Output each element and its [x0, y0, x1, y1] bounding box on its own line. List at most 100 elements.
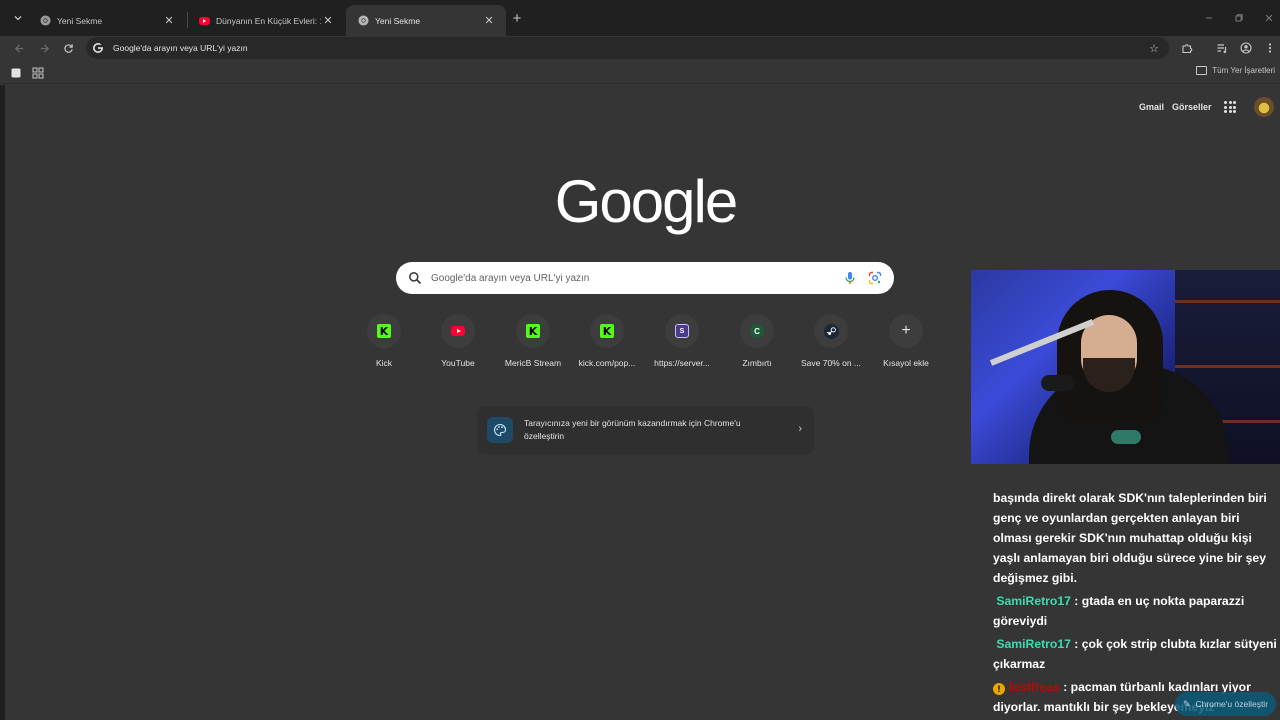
bookmarks-bar: Tüm Yer İşaretleri — [0, 62, 1280, 84]
chat-text: başında direkt olarak SDK'nın taleplerin… — [993, 491, 1267, 585]
playlist-icon — [1217, 44, 1227, 54]
shirt-logo — [1111, 430, 1141, 444]
shortcut-zimbirti[interactable]: C Zımbırtı — [720, 314, 794, 374]
back-button[interactable] — [11, 40, 27, 56]
all-bookmarks-label: Tüm Yer İşaretleri — [1212, 66, 1275, 75]
restore-button[interactable] — [1231, 10, 1247, 26]
shortcut-label: Kick — [375, 358, 393, 368]
youtube-icon — [451, 326, 465, 336]
shortcut-kick[interactable]: K Kick — [347, 314, 421, 374]
images-link[interactable]: Görseller — [1172, 102, 1212, 112]
all-bookmarks-button[interactable]: Tüm Yer İşaretleri — [1196, 66, 1275, 75]
kick-icon: K — [526, 324, 540, 338]
minimize-button[interactable] — [1201, 10, 1217, 26]
address-bar[interactable]: Google'da arayın veya URL'yi yazın ☆ — [86, 37, 1169, 59]
bookmark-page-icon[interactable] — [10, 67, 22, 79]
search-input[interactable]: Google'da arayın veya URL'yi yazın — [431, 273, 844, 284]
minimize-icon — [1206, 17, 1212, 19]
shortcut-kick-pop[interactable]: K kick.com/pop... — [570, 314, 644, 374]
chat-message: başında direkt olarak SDK'nın taleplerin… — [993, 488, 1277, 588]
shortcut-label: YouTube — [441, 358, 475, 368]
chevron-down-icon — [14, 16, 22, 21]
apps-icon[interactable] — [32, 67, 44, 79]
shortcut-icon-bg: C — [740, 314, 774, 348]
stream-chat: başında direkt olarak SDK'nın taleplerin… — [993, 488, 1277, 720]
badge-icon: ! — [993, 683, 1005, 695]
steam-icon — [823, 323, 839, 339]
steam-logo — [826, 326, 836, 335]
customize-chrome-button[interactable]: ✎ Chrome'u özelleştir — [1175, 692, 1276, 716]
tab-new-tab-1[interactable]: Yeni Sekme ✕ — [28, 5, 186, 36]
account-icon — [1240, 42, 1252, 54]
browser-window: Yeni Sekme ✕ Dünyanın En Küçük Evleri: 1… — [0, 0, 1280, 720]
media-controls-button[interactable] — [1214, 40, 1230, 56]
avatar[interactable] — [1254, 97, 1274, 117]
chat-separator: : — [1070, 637, 1082, 651]
c-icon: C — [750, 324, 764, 338]
youtube-icon — [199, 16, 210, 25]
arrow-left-icon — [14, 43, 23, 53]
pencil-icon: ✎ — [1183, 698, 1191, 709]
shortcut-icon-bg: K — [516, 314, 550, 348]
palette-icon — [487, 417, 513, 443]
chat-separator: : — [1070, 594, 1082, 608]
search-box[interactable]: Google'da arayın veya URL'yi yazın — [396, 262, 894, 294]
arrow-right-icon — [40, 43, 49, 53]
chat-username: SamiRetro17 — [996, 594, 1071, 608]
close-icon[interactable]: ✕ — [162, 14, 176, 28]
tab-search-button[interactable] — [8, 8, 28, 28]
shortcut-add[interactable]: + Kısayol ekle — [869, 314, 943, 374]
toolbar: Google'da arayın veya URL'yi yazın ☆ — [0, 36, 1280, 60]
tab-title: Yeni Sekme — [375, 15, 421, 26]
chat-username: lostfreas — [1009, 680, 1060, 694]
shortcut-icon-bg: S — [665, 314, 699, 348]
google-lens-icon[interactable] — [868, 271, 882, 285]
chrome-icon — [40, 15, 51, 26]
restore-icon — [1235, 14, 1243, 22]
puzzle-icon — [1182, 44, 1193, 54]
shortcut-steam[interactable]: Save 70% on ... — [794, 314, 868, 374]
tab-title: Dünyanın En Küçük Evleri: 1,5 m — [216, 15, 321, 26]
close-icon — [1265, 14, 1273, 22]
chevron-right-icon: › — [798, 423, 802, 435]
forward-button[interactable] — [36, 40, 52, 56]
kick-icon: K — [377, 324, 391, 338]
shortcut-label: MericB Stream — [504, 358, 562, 368]
shortcut-label: https://server... — [654, 358, 710, 368]
profile-button[interactable] — [1238, 40, 1254, 56]
google-apps-icon[interactable] — [1224, 101, 1236, 113]
chat-message: SamiRetro17 : gtada en uç nokta paparazz… — [993, 591, 1277, 631]
shortcut-label: Zımbırtı — [742, 358, 772, 368]
microphone — [1041, 375, 1075, 391]
menu-button[interactable] — [1262, 40, 1278, 56]
tab-youtube[interactable]: Dünyanın En Küçük Evleri: 1,5 m ✕ — [187, 5, 345, 36]
bookmark-star-icon[interactable]: ☆ — [1147, 41, 1161, 55]
shortcut-youtube[interactable]: YouTube — [421, 314, 495, 374]
shortcut-icon-bg: + — [889, 314, 923, 348]
google-logo: Google — [554, 167, 738, 235]
shortcut-icon-bg — [441, 314, 475, 348]
shortcut-label: kick.com/pop... — [578, 358, 636, 368]
close-icon[interactable]: ✕ — [321, 14, 335, 28]
close-window-button[interactable] — [1261, 10, 1277, 26]
tab-title: Yeni Sekme — [57, 15, 103, 26]
close-icon[interactable]: ✕ — [482, 14, 496, 28]
chat-message: SamiRetro17 : çok çok strip clubta kızla… — [993, 634, 1277, 674]
shortcut-label: Save 70% on ... — [800, 358, 861, 368]
microphone-icon[interactable] — [844, 271, 856, 285]
shortcut-server[interactable]: S https://server... — [645, 314, 719, 374]
shortcut-icon-bg: K — [367, 314, 401, 348]
shortcut-mericb-stream[interactable]: K MericB Stream — [496, 314, 570, 374]
reload-button[interactable] — [60, 40, 76, 56]
new-tab-button[interactable]: + — [509, 10, 525, 27]
reload-icon — [63, 43, 73, 53]
customize-chrome-card[interactable]: Tarayıcınıza yeni bir görünüm kazandırma… — [477, 406, 814, 454]
gmail-link[interactable]: Gmail — [1139, 102, 1164, 112]
google-g-icon — [93, 43, 103, 53]
folder-icon — [1196, 66, 1208, 75]
customize-chrome-label: Chrome'u özelleştir — [1195, 699, 1269, 709]
tab-new-tab-active[interactable]: Yeni Sekme ✕ — [346, 5, 506, 36]
more-vert-icon — [1268, 43, 1272, 53]
shortcut-icon-bg — [814, 314, 848, 348]
extensions-button[interactable] — [1179, 40, 1195, 56]
